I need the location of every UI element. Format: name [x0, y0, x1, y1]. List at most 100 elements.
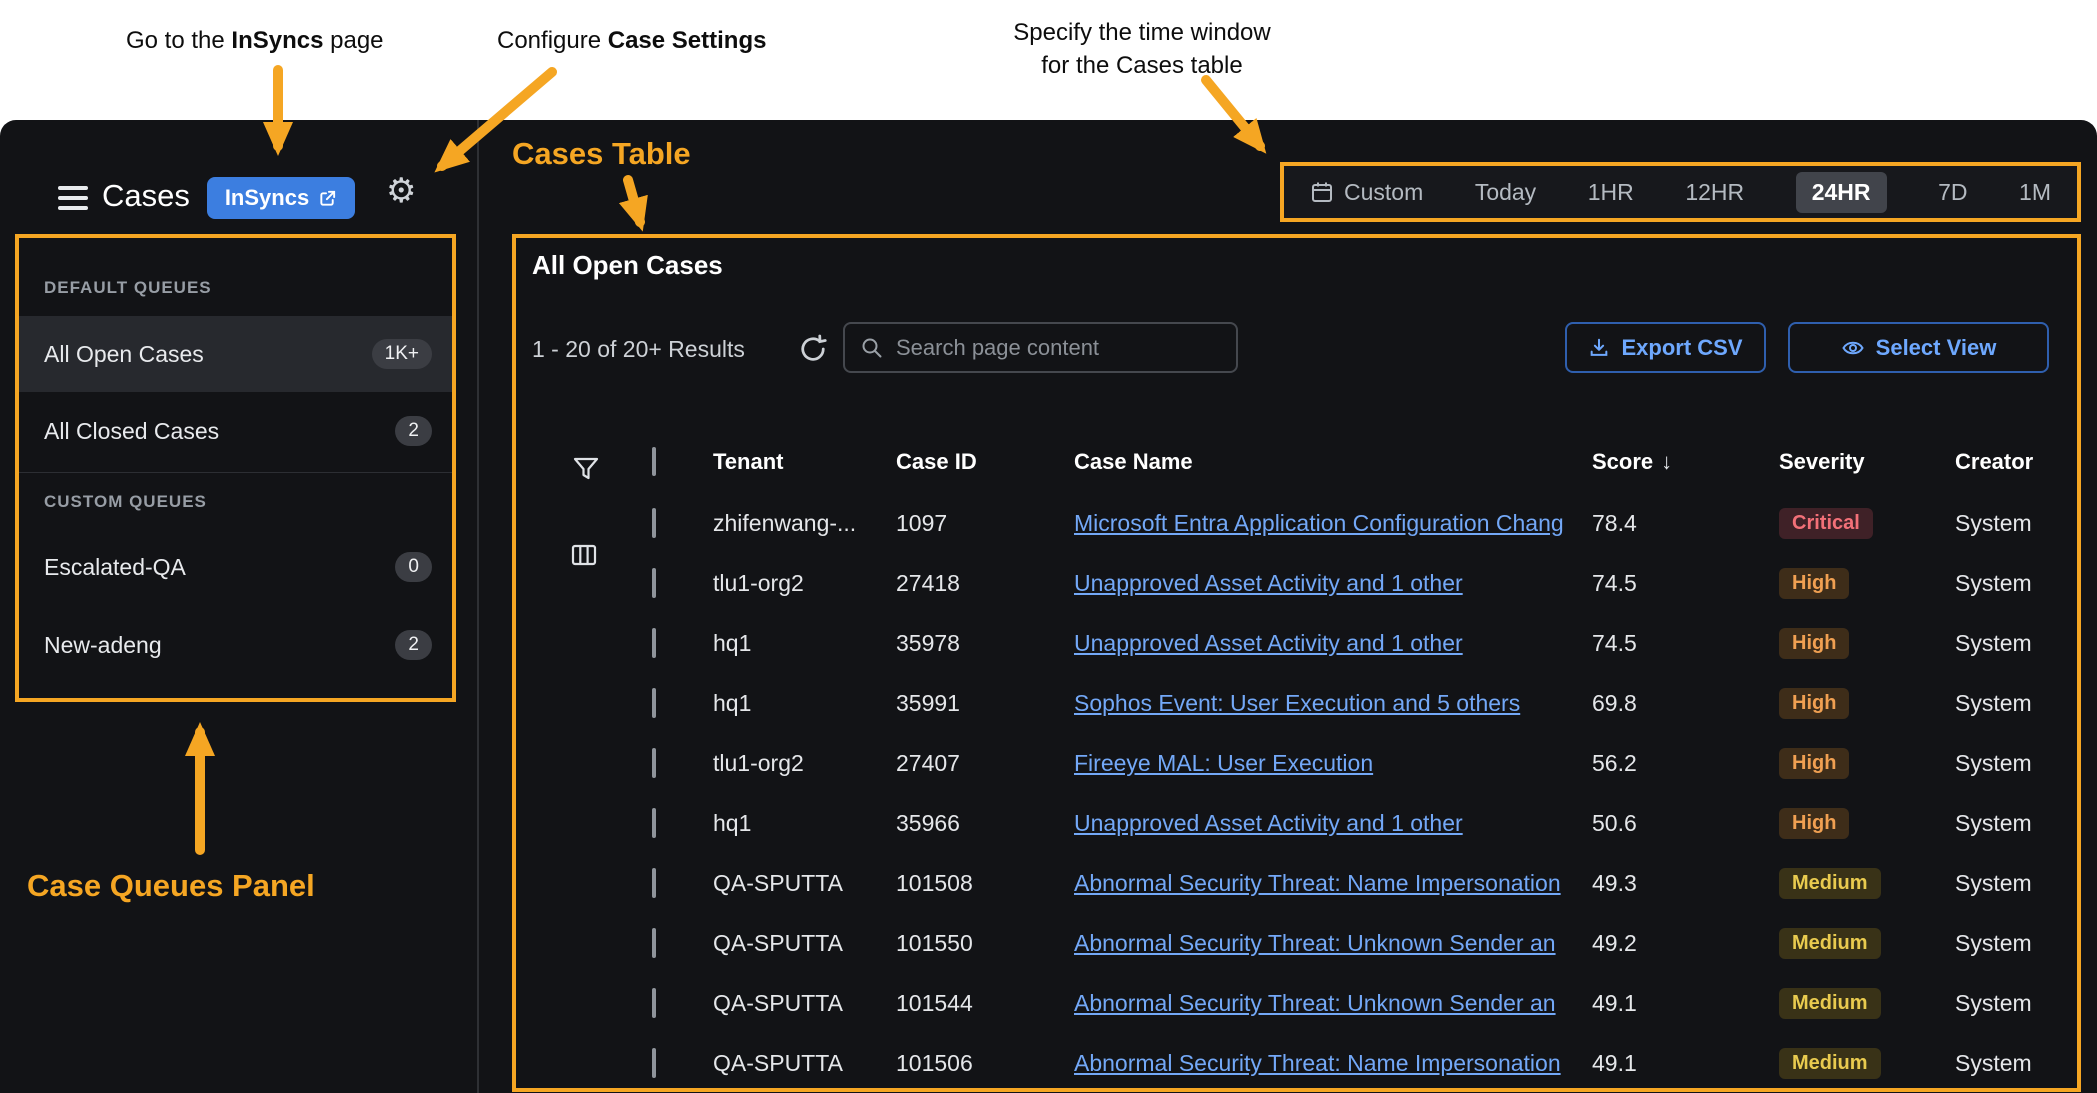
case-name-link[interactable]: Abnormal Security Threat: Unknown Sender… — [1074, 990, 1580, 1017]
tenant-cell: tlu1-org2 — [713, 750, 896, 777]
row-checkbox[interactable] — [652, 868, 656, 898]
row-checkbox[interactable] — [652, 808, 656, 838]
score-cell: 74.5 — [1592, 570, 1779, 597]
time-option-1hr[interactable]: 1HR — [1588, 179, 1634, 206]
creator-cell: System — [1955, 510, 2081, 537]
sort-desc-icon: ↓ — [1661, 449, 1672, 475]
row-checkbox[interactable] — [652, 628, 656, 658]
select-all-checkbox[interactable] — [652, 447, 656, 476]
column-header-tenant[interactable]: Tenant — [713, 449, 896, 475]
score-cell: 56.2 — [1592, 750, 1779, 777]
tenant-cell: QA-SPUTTA — [713, 930, 896, 957]
page: Go to the InSyncs page Configure Case Se… — [0, 0, 2097, 1093]
sidebar-divider — [15, 472, 456, 473]
score-cell: 69.8 — [1592, 690, 1779, 717]
table-header-row: Tenant Case ID Case Name Score↓ Severity… — [652, 440, 2081, 484]
tenant-cell: QA-SPUTTA — [713, 990, 896, 1017]
section-label-default-queues: DEFAULT QUEUES — [44, 278, 212, 298]
creator-cell: System — [1955, 690, 2081, 717]
caption-cases-table: Cases Table — [512, 136, 691, 172]
time-option-7d[interactable]: 7D — [1938, 179, 1967, 206]
row-checkbox[interactable] — [652, 688, 656, 718]
row-checkbox[interactable] — [652, 928, 656, 958]
queue-label: Escalated-QA — [44, 554, 186, 581]
column-header-score[interactable]: Score↓ — [1592, 449, 1779, 475]
score-cell: 49.2 — [1592, 930, 1779, 957]
case-name-link[interactable]: Abnormal Security Threat: Unknown Sender… — [1074, 930, 1580, 957]
severity-badge: Medium — [1779, 988, 1881, 1019]
search-input[interactable] — [896, 335, 1221, 361]
case-name-link[interactable]: Unapproved Asset Activity and 1 other — [1074, 630, 1580, 657]
case-name-link[interactable]: Abnormal Security Threat: Name Impersona… — [1074, 870, 1580, 897]
case-name-link[interactable]: Abnormal Security Threat: Name Impersona… — [1074, 1050, 1580, 1077]
export-csv-button[interactable]: Export CSV — [1565, 322, 1766, 373]
queue-count-badge: 1K+ — [372, 339, 432, 369]
column-header-case-name[interactable]: Case Name — [1074, 449, 1592, 475]
section-label-custom-queues: CUSTOM QUEUES — [44, 492, 207, 512]
sidebar-item-all-open-cases[interactable]: All Open Cases 1K+ — [15, 316, 456, 392]
column-header-severity[interactable]: Severity — [1779, 449, 1955, 475]
insyncs-button[interactable]: InSyncs — [207, 177, 355, 219]
case-id-cell: 101544 — [896, 990, 1074, 1017]
table-body: zhifenwang-... 1097 Microsoft Entra Appl… — [652, 493, 2081, 1092]
table-row: tlu1-org2 27418 Unapproved Asset Activit… — [652, 553, 2081, 613]
queue-label: New-adeng — [44, 632, 162, 659]
score-cell: 49.1 — [1592, 1050, 1779, 1077]
queue-label: All Closed Cases — [44, 418, 219, 445]
case-name-link[interactable]: Unapproved Asset Activity and 1 other — [1074, 570, 1580, 597]
tenant-cell: QA-SPUTTA — [713, 870, 896, 897]
severity-badge: Critical — [1779, 508, 1873, 539]
time-option-12hr[interactable]: 12HR — [1685, 179, 1744, 206]
creator-cell: System — [1955, 930, 2081, 957]
table-row: tlu1-org2 27407 Fireeye MAL: User Execut… — [652, 733, 2081, 793]
severity-badge: High — [1779, 628, 1849, 659]
time-option-24hr[interactable]: 24HR — [1796, 172, 1887, 213]
app-window: Cases InSyncs ⚙ DEFAULT QUEUES All Open … — [0, 120, 2097, 1093]
row-checkbox[interactable] — [652, 988, 656, 1018]
case-name-link[interactable]: Sophos Event: User Execution and 5 other… — [1074, 690, 1580, 717]
settings-gear-icon[interactable]: ⚙ — [386, 174, 416, 208]
menu-icon[interactable] — [58, 186, 88, 210]
column-header-case-id[interactable]: Case ID — [896, 449, 1074, 475]
note-time-window: Specify the time window for the Cases ta… — [962, 16, 1322, 82]
external-link-icon — [318, 189, 337, 208]
refresh-icon[interactable] — [798, 334, 828, 364]
time-option-today[interactable]: Today — [1475, 179, 1536, 206]
severity-badge: Medium — [1779, 928, 1881, 959]
severity-badge: High — [1779, 568, 1849, 599]
time-option-custom[interactable]: Custom — [1310, 179, 1423, 206]
severity-badge: High — [1779, 748, 1849, 779]
creator-cell: System — [1955, 990, 2081, 1017]
caption-case-queues-panel: Case Queues Panel — [27, 868, 315, 904]
time-option-1m[interactable]: 1M — [2019, 179, 2051, 206]
row-checkbox[interactable] — [652, 508, 656, 538]
column-header-creator[interactable]: Creator — [1955, 449, 2081, 475]
case-id-cell: 35991 — [896, 690, 1074, 717]
note-insyncs: Go to the InSyncs page — [126, 24, 384, 57]
row-checkbox[interactable] — [652, 748, 656, 778]
calendar-icon — [1310, 180, 1334, 204]
filter-icon[interactable] — [571, 454, 601, 484]
columns-icon[interactable] — [569, 540, 599, 570]
case-name-link[interactable]: Fireeye MAL: User Execution — [1074, 750, 1580, 777]
queue-count-badge: 0 — [395, 552, 432, 582]
queue-count-badge: 2 — [395, 630, 432, 660]
case-id-cell: 27407 — [896, 750, 1074, 777]
case-name-link[interactable]: Microsoft Entra Application Configuratio… — [1074, 510, 1580, 537]
sidebar-item-new-adeng[interactable]: New-adeng 2 — [15, 607, 456, 683]
search-box — [843, 322, 1238, 373]
case-id-cell: 101550 — [896, 930, 1074, 957]
table-row: QA-SPUTTA 101506 Abnormal Security Threa… — [652, 1033, 2081, 1092]
select-view-button[interactable]: Select View — [1788, 322, 2049, 373]
sidebar-item-escalated-qa[interactable]: Escalated-QA 0 — [15, 529, 456, 605]
sidebar-item-all-closed-cases[interactable]: All Closed Cases 2 — [15, 393, 456, 469]
sidebar: Cases InSyncs ⚙ DEFAULT QUEUES All Open … — [0, 120, 479, 1093]
insyncs-button-label: InSyncs — [225, 185, 309, 211]
row-checkbox[interactable] — [652, 1048, 656, 1078]
eye-icon — [1841, 336, 1865, 360]
row-checkbox[interactable] — [652, 568, 656, 598]
score-cell: 78.4 — [1592, 510, 1779, 537]
table-title: All Open Cases — [532, 250, 723, 281]
case-name-link[interactable]: Unapproved Asset Activity and 1 other — [1074, 810, 1580, 837]
search-icon — [860, 336, 884, 360]
